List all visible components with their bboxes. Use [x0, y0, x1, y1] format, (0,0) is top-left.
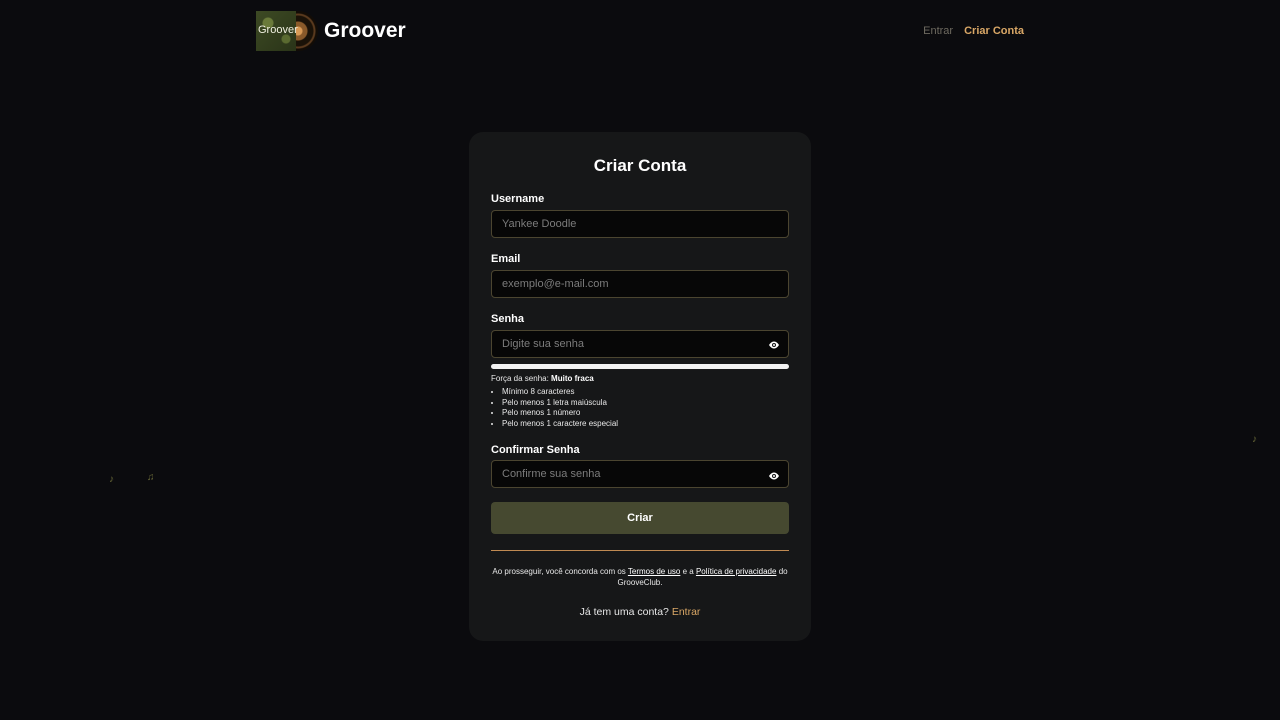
decorative-note-icon: ♪: [1252, 434, 1257, 445]
confirm-password-label: Confirmar Senha: [491, 444, 580, 456]
username-input[interactable]: [491, 210, 789, 238]
signup-card: Criar Conta Username Email Senha Força d…: [469, 132, 811, 641]
terms-prefix: Ao prosseguir, você concorda com os: [492, 567, 626, 576]
password-rules-list: Mínimo 8 caracteres Pelo menos 1 letra m…: [502, 387, 618, 430]
email-label: Email: [491, 253, 521, 265]
show-confirm-password-eye-icon[interactable]: [768, 469, 780, 481]
email-input[interactable]: [491, 270, 789, 298]
password-strength-label: Força da senha:: [491, 374, 549, 383]
password-rule-item: Pelo menos 1 número: [502, 408, 618, 419]
confirm-password-input[interactable]: [491, 460, 789, 488]
password-rule-item: Mínimo 8 caracteres: [502, 387, 618, 398]
top-nav: Entrar Criar Conta: [923, 25, 1024, 37]
decorative-note-icon: ♪: [109, 474, 114, 485]
terms-of-use-link[interactable]: Termos de uso: [628, 567, 680, 576]
login-prompt-text: Já tem uma conta?: [579, 606, 669, 618]
logo-mark: Groover: [256, 11, 318, 51]
decorative-note-icon: ♫: [147, 472, 155, 483]
password-rule-item: Pelo menos 1 caractere especial: [502, 419, 618, 430]
divider: [491, 550, 789, 551]
logo-cover-image: Groover: [256, 11, 298, 51]
password-label: Senha: [491, 313, 525, 325]
login-prompt: Já tem uma conta? Entrar: [469, 606, 811, 618]
page-title: Criar Conta: [593, 156, 687, 175]
login-link[interactable]: Entrar: [672, 606, 701, 618]
privacy-policy-link[interactable]: Política de privacidade: [696, 567, 777, 576]
logo-cover-text: Groover: [258, 24, 298, 36]
password-input[interactable]: [491, 330, 789, 358]
brand-name: Groover: [324, 19, 406, 42]
terms-middle: e a: [682, 567, 694, 576]
terms-notice: Ao prosseguir, você concorda com os Term…: [491, 567, 789, 588]
password-strength-value: Muito fraca: [551, 374, 594, 383]
create-account-button[interactable]: Criar: [491, 502, 789, 534]
password-strength-text: Força da senha: Muito fraca: [491, 374, 594, 383]
show-password-eye-icon[interactable]: [768, 338, 780, 350]
username-label: Username: [491, 193, 545, 205]
nav-login-link[interactable]: Entrar: [923, 25, 953, 37]
site-header: Groover Groover Entrar Criar Conta: [256, 11, 1024, 51]
logo[interactable]: Groover Groover: [256, 11, 406, 51]
password-rule-item: Pelo menos 1 letra maiúscula: [502, 398, 618, 409]
nav-signup-link[interactable]: Criar Conta: [964, 25, 1024, 37]
password-strength-bar: [491, 364, 789, 369]
